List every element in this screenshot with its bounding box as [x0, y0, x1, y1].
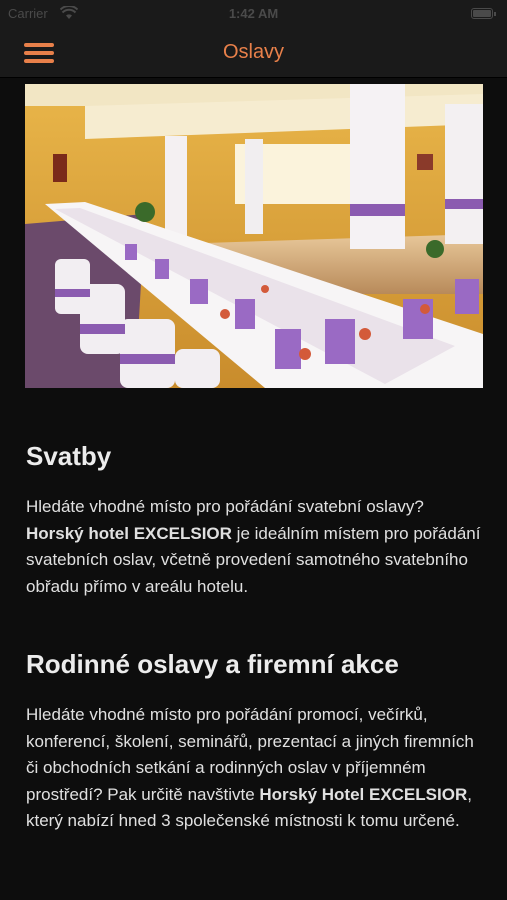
section-heading: Svatby [26, 441, 112, 471]
hero-image [25, 84, 483, 388]
status-bar: Carrier 1:42 AM [0, 0, 507, 28]
page-title: Oslavy [222, 41, 285, 63]
section-family-and-corporate: Rodinné oslavy a firemní akce Hledáte vh… [26, 648, 482, 835]
clock: 1:42 AM [228, 6, 279, 21]
section-text: Hledáte vhodné místo pro pořádání promoc… [26, 705, 474, 830]
navigation-bar: Oslavy [0, 28, 507, 78]
section-heading: Rodinné oslavy a firemní akce [26, 649, 399, 679]
hotel-name: Horský Hotel EXCELSIOR [259, 784, 468, 804]
content: Svatby Hledáte vhodné místo pro pořádání… [26, 440, 482, 835]
section-weddings: Svatby Hledáte vhodné místo pro pořádání… [26, 440, 482, 600]
section-text: Hledáte vhodné místo pro pořádání svateb… [26, 497, 481, 596]
hotel-name: Horský hotel EXCELSIOR [26, 523, 232, 543]
battery-icon [471, 8, 496, 19]
